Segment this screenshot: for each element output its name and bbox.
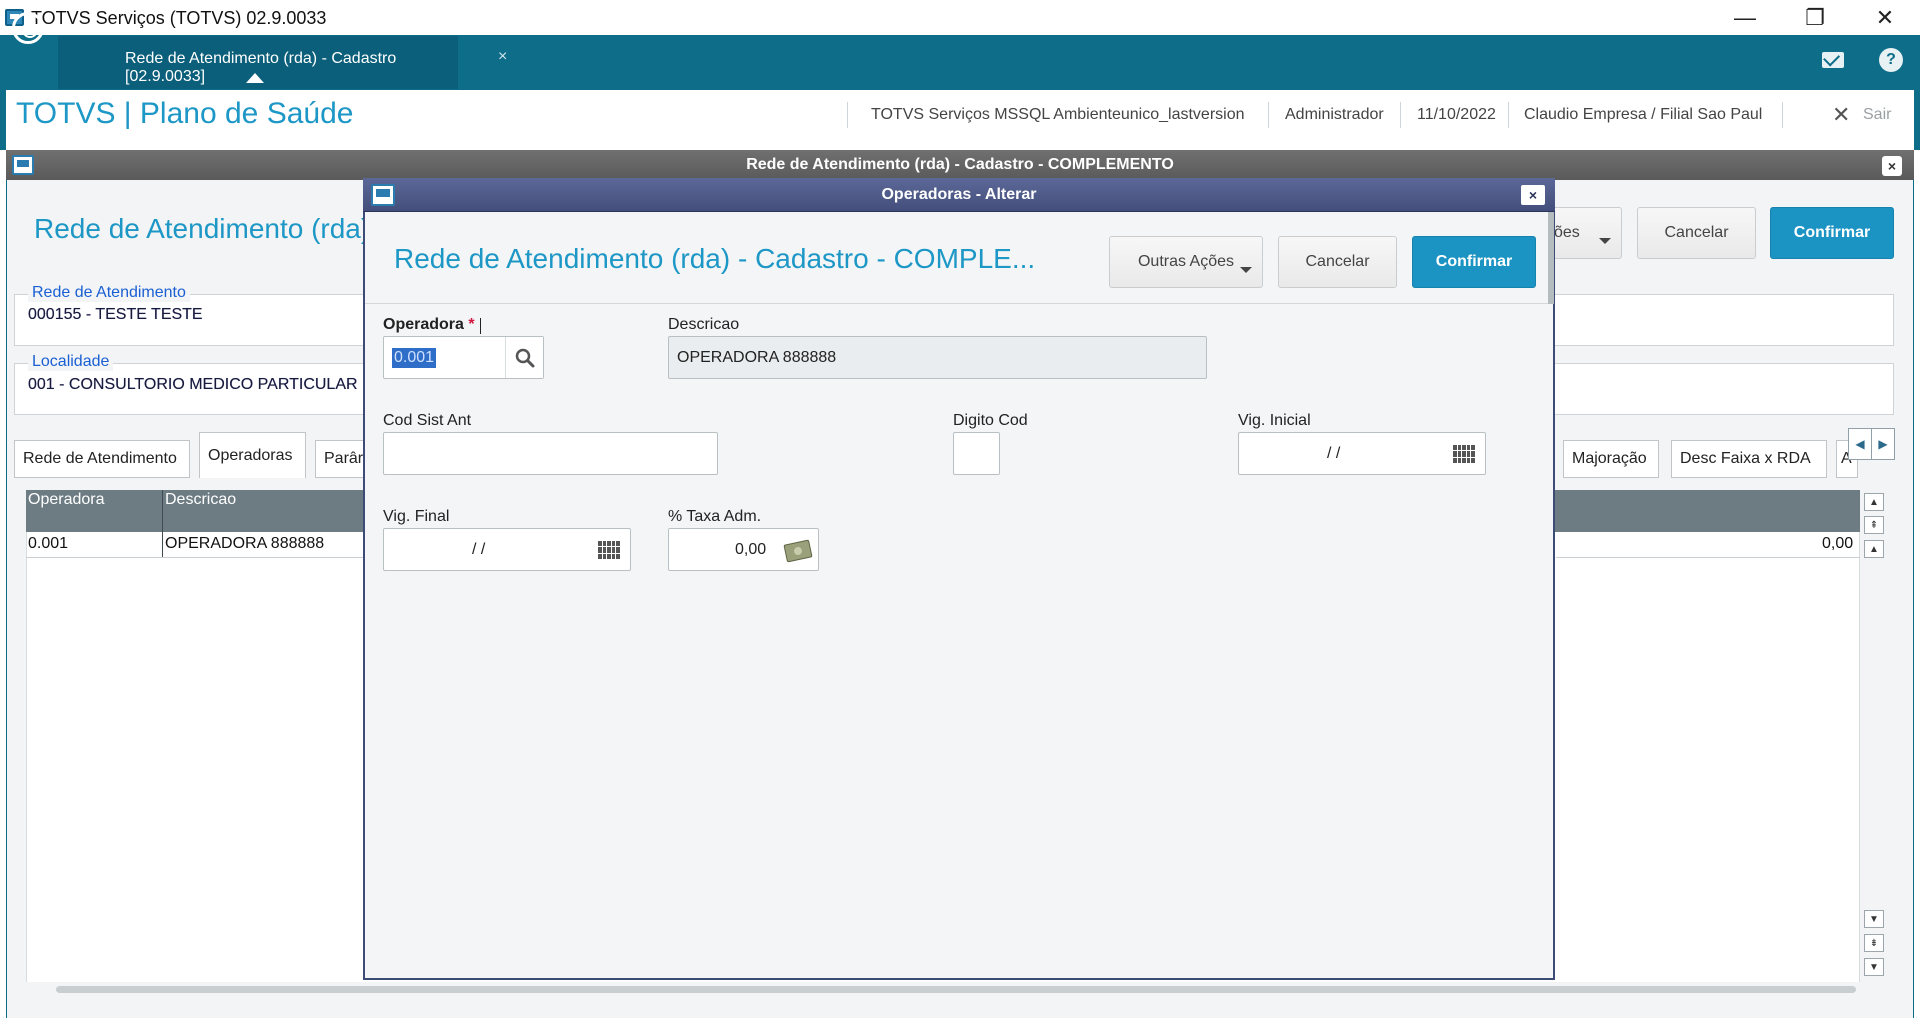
grid-column-descricao[interactable]: Descricao (165, 491, 236, 509)
os-window-title: TOTVS Serviços (TOTVS) 02.9.0033 (31, 8, 327, 28)
operadora-selected-text: 0.001 (392, 347, 437, 368)
grid-cell-descricao[interactable]: OPERADORA 888888 (165, 535, 324, 553)
background-window-title: Rede de Atendimento (rda) - Cadastro - C… (746, 156, 1174, 173)
date-info: 11/10/2022 (1417, 106, 1496, 123)
close-window-button[interactable]: ✕ (1850, 0, 1920, 35)
totvs-logo-icon[interactable] (12, 12, 44, 44)
vig-inicial-input[interactable]: / / (1238, 432, 1486, 475)
operadora-search-icon[interactable] (505, 337, 543, 378)
dialog-close-icon[interactable]: × (1521, 185, 1545, 205)
restore-button[interactable]: ❐ (1780, 0, 1850, 35)
calendar-icon[interactable] (598, 541, 620, 559)
group-legend: Rede de Atendimento (28, 284, 190, 302)
grid-row-divider (1556, 557, 1860, 558)
grid-row-divider (26, 557, 366, 558)
help-icon[interactable]: ? (1879, 48, 1903, 72)
cancel-button[interactable]: Cancelar (1637, 207, 1756, 259)
tab-scroll-left-icon[interactable]: ◀ (1848, 428, 1872, 460)
descricao-input[interactable]: OPERADORA 888888 (668, 336, 1207, 379)
background-window-close-icon[interactable]: × (1882, 156, 1902, 176)
active-tab-caret-icon (246, 73, 264, 83)
text-cursor (480, 318, 481, 334)
header-divider (1782, 102, 1783, 128)
mail-icon[interactable] (1822, 52, 1844, 68)
app-title: TOTVS | Plano de Saúde (16, 97, 354, 130)
background-form-title: Rede de Atendimento (rda) (34, 213, 371, 244)
vig-final-input[interactable]: / / (383, 528, 631, 571)
dialog-cancel-button[interactable]: Cancelar (1278, 236, 1397, 288)
horizontal-scrollbar-thumb[interactable] (56, 986, 1856, 993)
grid-column-divider (162, 490, 163, 558)
tab-close-icon[interactable]: × (498, 48, 507, 66)
confirm-button[interactable]: Confirmar (1770, 207, 1894, 259)
grid-cell-valor[interactable]: 0,00 (1822, 535, 1853, 553)
header-divider (1508, 102, 1509, 128)
group-value: 000155 - TESTE TESTE (28, 306, 203, 323)
calendar-icon[interactable] (1453, 445, 1475, 463)
group-value: 001 - CONSULTORIO MEDICO PARTICULAR (28, 376, 358, 393)
vig-final-label: Vig. Final (383, 508, 450, 525)
vig-inicial-label: Vig. Inicial (1238, 412, 1311, 429)
required-marker: * (468, 316, 475, 333)
taxa-adm-value: 0,00 (735, 540, 767, 558)
vig-final-value: / / (472, 540, 486, 558)
tab-rede-atendimento[interactable]: Rede de Atendimento (14, 440, 190, 478)
scroll-up-icon[interactable]: ▲ (1864, 540, 1884, 558)
cod-sist-ant-label: Cod Sist Ant (383, 412, 472, 429)
environment-info: TOTVS Serviços MSSQL Ambienteunico_lastv… (871, 106, 1245, 123)
outras-acoes-button[interactable]: Outras Ações (1109, 236, 1263, 288)
tab-operadoras[interactable]: Operadoras (199, 432, 306, 478)
dialog-title: Operadoras - Alterar (881, 186, 1037, 203)
taxa-adm-label: % Taxa Adm. (668, 508, 762, 525)
grid-column-operadora[interactable]: Operadora (28, 491, 105, 509)
logout-button[interactable]: Sair (1863, 106, 1891, 124)
tab-label: Rede de Atendimento (rda) - Cadastro [02… (125, 50, 397, 85)
scroll-down-icon[interactable]: ▼ (1864, 910, 1884, 928)
header-divider (1400, 102, 1401, 128)
scroll-bottom-icon[interactable]: ▼ (1864, 958, 1884, 976)
company-info: Claudio Empresa / Filial Sao Paul (1524, 106, 1763, 123)
header-divider (847, 102, 848, 128)
minimize-button[interactable]: — (1710, 0, 1780, 35)
descricao-label: Descricao (668, 316, 740, 333)
scroll-page-up-icon[interactable]: ⇞ (1864, 516, 1884, 534)
digito-cod-label: Digito Cod (953, 412, 1028, 429)
scroll-top-icon[interactable]: ▲ (1864, 493, 1884, 511)
digito-cod-input[interactable] (953, 432, 1000, 475)
dialog-header-scrollbar[interactable] (1548, 212, 1554, 304)
user-info: Administrador (1285, 106, 1384, 123)
scroll-page-down-icon[interactable]: ⇟ (1864, 934, 1884, 952)
operadora-label: Operadora * (383, 316, 475, 333)
dialog-form-title: Rede de Atendimento (rda) - Cadastro - C… (394, 243, 1036, 274)
grid-cell-operadora[interactable]: 0.001 (28, 535, 68, 553)
cod-sist-ant-input[interactable] (383, 432, 718, 475)
header-divider (1268, 102, 1269, 128)
logout-close-icon[interactable]: ✕ (1832, 102, 1850, 128)
group-legend: Localidade (28, 353, 114, 371)
tab-majoracao[interactable]: Majoração (1563, 440, 1659, 478)
dialog-confirm-button[interactable]: Confirmar (1412, 236, 1536, 288)
tab-desc-faixa-rda[interactable]: Desc Faixa x RDA (1671, 440, 1827, 478)
tab-scroll-right-icon[interactable]: ▶ (1871, 428, 1895, 460)
vig-inicial-value: / / (1327, 444, 1341, 462)
